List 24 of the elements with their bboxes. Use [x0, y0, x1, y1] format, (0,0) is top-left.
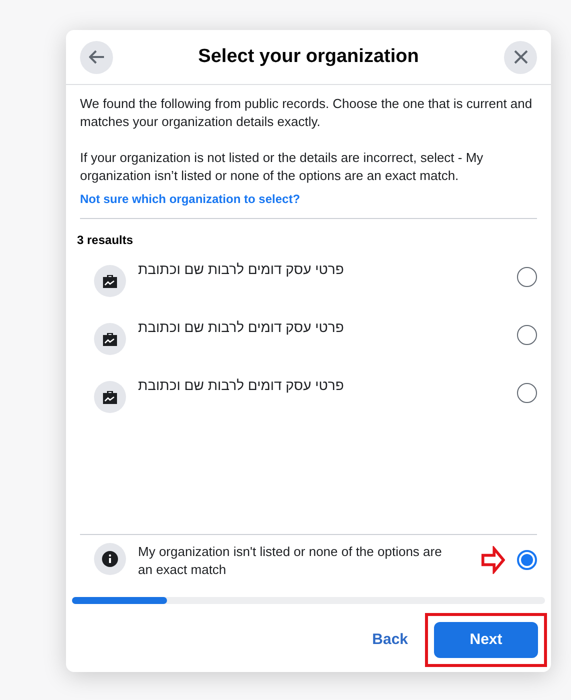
- back-arrow-button[interactable]: [80, 40, 113, 74]
- briefcase-icon: [102, 332, 118, 346]
- radio-button[interactable]: [517, 383, 537, 403]
- radio-button[interactable]: [517, 325, 537, 345]
- intro-text: We found the following from public records. Choose the one that is current and matches your organization details exactly.: [80, 95, 534, 131]
- briefcase-icon: [102, 274, 118, 288]
- organization-name: פרטי עסק דומים לרבות שם וכתובת: [138, 318, 344, 337]
- note-text: If your organization is not listed or the details are incorrect, select - My organization isn’t listed or none of the options are an exact match.: [80, 149, 484, 185]
- radio-button[interactable]: [517, 267, 537, 287]
- help-link[interactable]: Not sure which organization to select?: [80, 190, 300, 208]
- organization-name: פרטי עסק דומים לרבות שם וכתובת: [138, 376, 344, 395]
- briefcase-icon: [102, 390, 118, 404]
- next-button[interactable]: Next: [434, 622, 538, 658]
- results-count: 3 resaults: [77, 232, 134, 249]
- annotation-arrow-icon: [480, 546, 505, 574]
- option-label: My organization isn't listed or none of the options are an exact match: [138, 543, 443, 579]
- back-button[interactable]: Back: [372, 628, 408, 652]
- dialog-title: Select your organization: [198, 44, 419, 69]
- close-icon: [512, 49, 528, 65]
- radio-button[interactable]: [517, 550, 537, 570]
- back-arrow-icon: [88, 50, 104, 64]
- organization-name: פרטי עסק דומים לרבות שם וכתובת: [138, 260, 344, 279]
- close-button[interactable]: [504, 40, 537, 74]
- info-icon: [102, 551, 118, 567]
